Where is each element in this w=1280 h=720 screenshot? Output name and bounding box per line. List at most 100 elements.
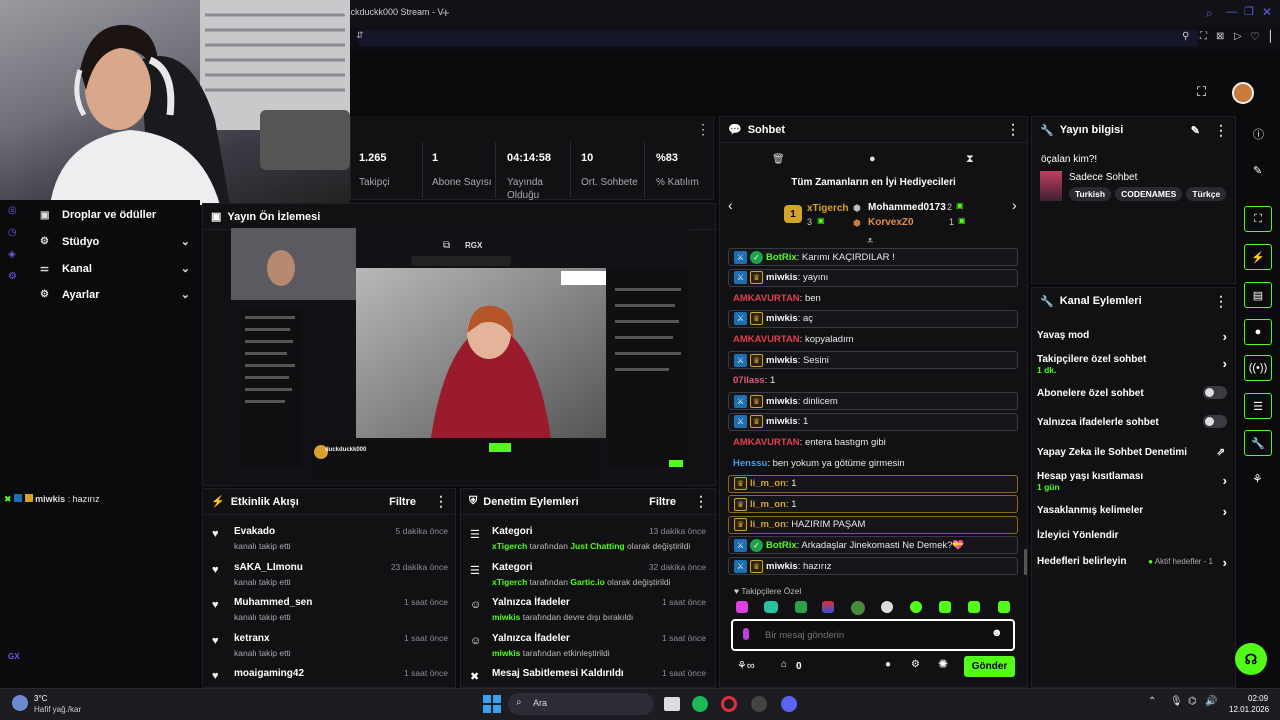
chat-message[interactable]: ♛ li_m_on: 1 <box>728 474 1018 493</box>
stream-key-icon[interactable]: ⛶ <box>1197 84 1206 100</box>
task-view-icon[interactable] <box>664 697 680 711</box>
heart-icon[interactable]: ♡ <box>1250 30 1260 43</box>
channel-action-item[interactable]: Yavaş mod › <box>1037 329 1227 344</box>
activity-item[interactable]: ♥ ketranx kanalı takip etti 1 saat önce <box>212 633 452 667</box>
gifter-1-name[interactable]: xTigerch <box>807 203 849 214</box>
moderation-actor[interactable]: xTigerch <box>492 577 527 587</box>
chat-username[interactable]: BotRix <box>766 252 797 263</box>
maximize-icon[interactable]: ❐ <box>1244 5 1254 18</box>
chat-message[interactable]: 07llass: 1 <box>728 372 1018 390</box>
activity-menu-icon[interactable]: ⋮ <box>434 493 448 510</box>
sidebar-item-3[interactable]: ⚌ Kanal ⌄ <box>40 262 190 276</box>
chat-username[interactable]: miwkis <box>766 313 798 324</box>
chat-username[interactable]: li_m_on <box>750 478 786 489</box>
chat-username[interactable]: miwkis <box>766 396 798 407</box>
trash-icon[interactable]: 🗑 <box>772 154 785 165</box>
chevron-right-icon[interactable]: › <box>1223 473 1227 488</box>
chat-username[interactable]: miwkis <box>766 561 798 572</box>
chevron-down-icon[interactable]: ⌄ <box>181 288 190 301</box>
chat-message[interactable]: AMKAVURTAN: entera bastıgm gibi <box>728 433 1018 451</box>
chevron-right-icon[interactable]: › <box>1223 504 1227 519</box>
emote-icon[interactable] <box>736 601 748 613</box>
chat-input[interactable]: ☻ <box>731 619 1015 651</box>
rail-list-icon[interactable]: ☰ <box>1244 393 1272 419</box>
chat-username[interactable]: miwkis <box>766 416 798 427</box>
chat-message[interactable]: ⚔ ♛ miwkis: dinlicem <box>728 392 1018 411</box>
next-arrow-icon[interactable]: › <box>1012 197 1017 213</box>
channel-points-icon[interactable]: ⚘∞ <box>737 659 755 672</box>
search-icon[interactable]: ⌕ <box>1206 6 1213 21</box>
chat-mod-icon[interactable]: ● <box>885 659 891 670</box>
category-name[interactable]: Sadece Sohbet <box>1069 172 1137 183</box>
channel-action-item[interactable]: Yasaklanmış kelimeler › <box>1037 504 1227 519</box>
microphone-icon[interactable] <box>743 628 749 640</box>
rail-circle-icon[interactable]: ◎ <box>8 205 17 216</box>
chat-username[interactable]: li_m_on <box>750 519 786 530</box>
chevron-right-icon[interactable]: › <box>1223 329 1227 344</box>
chat-username[interactable]: miwkis <box>766 272 798 283</box>
emote-icon[interactable] <box>910 601 922 613</box>
chat-username[interactable]: miwkis <box>766 355 798 366</box>
chat-username[interactable]: 07llass <box>733 375 765 386</box>
chat-message[interactable]: ⚔ ♛ miwkis: yayını <box>728 268 1018 287</box>
sidebar-item-1[interactable]: ▣ Droplar ve ödüller <box>40 209 190 221</box>
chat-message[interactable]: ⚔ ♛ miwkis: Sesini <box>728 351 1018 369</box>
sidebar-item-4[interactable]: ⚙ Ayarlar ⌄ <box>40 288 190 302</box>
chat-username[interactable]: AMKAVURTAN <box>733 334 800 345</box>
stream-info-menu-icon[interactable]: ⋮ <box>1214 122 1228 139</box>
edit-icon[interactable]: ✎ <box>1191 124 1200 137</box>
category-thumbnail[interactable] <box>1040 171 1062 201</box>
weather-icon[interactable] <box>12 695 28 711</box>
channel-action-item[interactable]: Hesap yaşı kısıtlaması 1 gün › <box>1037 471 1227 492</box>
steam-icon[interactable] <box>751 696 767 712</box>
emote-icon[interactable] <box>795 601 807 613</box>
chat-username[interactable]: Henssu <box>733 458 767 469</box>
chevron-right-icon[interactable]: › <box>1223 555 1227 570</box>
settings-icon[interactable]: ⚙ <box>911 659 920 670</box>
chat-username[interactable]: AMKAVURTAN <box>733 293 800 304</box>
community-icon[interactable]: ⚘ <box>1252 472 1263 486</box>
chat-message[interactable]: AMKAVURTAN: ben <box>728 289 1018 307</box>
store-icon[interactable]: ⌂ <box>781 659 787 670</box>
emoji-icon[interactable]: ☻ <box>991 627 1003 639</box>
network-icon[interactable]: ⌬ <box>1188 696 1197 707</box>
collapse-icon[interactable]: ⩡ <box>867 235 873 248</box>
taskbar-search[interactable]: ⌕ Ara <box>508 693 654 715</box>
rail-stream-icon[interactable]: ⛶ <box>1244 206 1272 232</box>
emote-icon[interactable] <box>822 601 834 613</box>
rail-bolt-icon[interactable]: ⚡ <box>1244 244 1272 270</box>
channel-action-item[interactable]: Hedefleri belirleyin › ● Aktif hedefler - … <box>1037 555 1227 570</box>
emote-icon[interactable] <box>881 601 893 613</box>
tag-chip[interactable]: Turkish <box>1069 187 1112 201</box>
support-icon[interactable]: ☊ <box>1235 643 1267 675</box>
channel-actions-menu-icon[interactable]: ⋮ <box>1214 293 1228 310</box>
toggle-switch[interactable] <box>1203 415 1227 428</box>
preview-video[interactable]: ⧉ RGX duckduckk000 <box>231 228 689 484</box>
info-icon[interactable]: ⓘ <box>1253 126 1264 142</box>
chat-message[interactable]: ⚔ ♛ miwkis: 1 <box>728 412 1018 431</box>
chat-scrollbar[interactable] <box>1024 549 1027 575</box>
channel-action-item[interactable]: İzleyici Yönlendir <box>1037 530 1227 541</box>
gifter-3-name[interactable]: KorvexZ0 <box>868 217 914 228</box>
chevron-down-icon[interactable]: ⌄ <box>181 235 190 248</box>
rail-clock-icon[interactable]: ◷ <box>8 227 17 238</box>
gifter-2-name[interactable]: Mohammed0173 <box>868 202 946 213</box>
sidebar-toggle-icon[interactable]: ▏ <box>1270 30 1278 43</box>
channel-action-item[interactable]: Takipçilere özel sohbet 1 dk. › <box>1037 354 1227 375</box>
moderation-item[interactable]: ☺ Yalnızca İfadeler 1 saat önce miwkis tara… <box>470 633 708 667</box>
moderation-filter-button[interactable]: Filtre <box>649 496 676 508</box>
rail-broadcast-icon[interactable]: ((•)) <box>1244 355 1272 381</box>
external-link-icon[interactable]: ⇗ <box>1217 447 1225 458</box>
emotes-icon[interactable]: ✺ <box>938 657 948 671</box>
chat-message-input[interactable] <box>765 627 985 643</box>
opera-gx-icon[interactable] <box>721 696 737 712</box>
chat-username[interactable]: li_m_on <box>750 499 786 510</box>
chat-menu-icon[interactable]: ⋮ <box>1006 121 1020 138</box>
channel-action-item[interactable]: Abonelere özel sohbet <box>1037 386 1227 399</box>
stats-menu-icon[interactable]: ⋮ <box>696 121 710 138</box>
emote-icon[interactable] <box>968 601 980 613</box>
emote-icon[interactable] <box>939 601 951 613</box>
chevron-right-icon[interactable]: › <box>1223 356 1227 371</box>
chat-username[interactable]: BotRix <box>766 540 797 551</box>
activity-item[interactable]: ♥ sAKA_LImonu kanalı takip etti 23 dakika ö… <box>212 562 452 596</box>
